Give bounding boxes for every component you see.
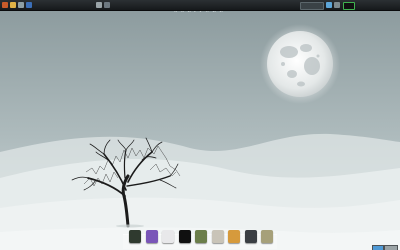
app-menu-icon[interactable] (2, 2, 8, 8)
battery-icon[interactable] (334, 2, 340, 8)
tools-icon[interactable] (261, 230, 273, 243)
volume-icon[interactable] (326, 2, 332, 8)
settings-icon[interactable] (96, 2, 102, 8)
desktop[interactable]: SOLITUDE (0, 0, 400, 250)
dock-status-bar (372, 236, 398, 250)
browser-icon[interactable] (26, 2, 32, 8)
cpu-graph (343, 2, 355, 10)
media-player-icon[interactable] (145, 230, 158, 243)
clock-app-icon[interactable] (178, 230, 191, 243)
terminal-icon[interactable] (129, 230, 141, 243)
system-monitor-icon[interactable] (195, 230, 207, 243)
dock (123, 230, 277, 249)
workspace-switcher[interactable] (300, 2, 324, 10)
top-panel (0, 0, 400, 11)
network-icon[interactable] (104, 2, 110, 8)
terminal-icon[interactable] (18, 2, 24, 8)
notes-icon[interactable] (211, 230, 224, 243)
display-settings-icon[interactable] (244, 230, 257, 243)
wallpaper (0, 0, 400, 250)
home-folder-icon[interactable] (10, 2, 16, 8)
folder-icon[interactable] (228, 230, 240, 243)
document-viewer-icon[interactable] (162, 230, 174, 243)
